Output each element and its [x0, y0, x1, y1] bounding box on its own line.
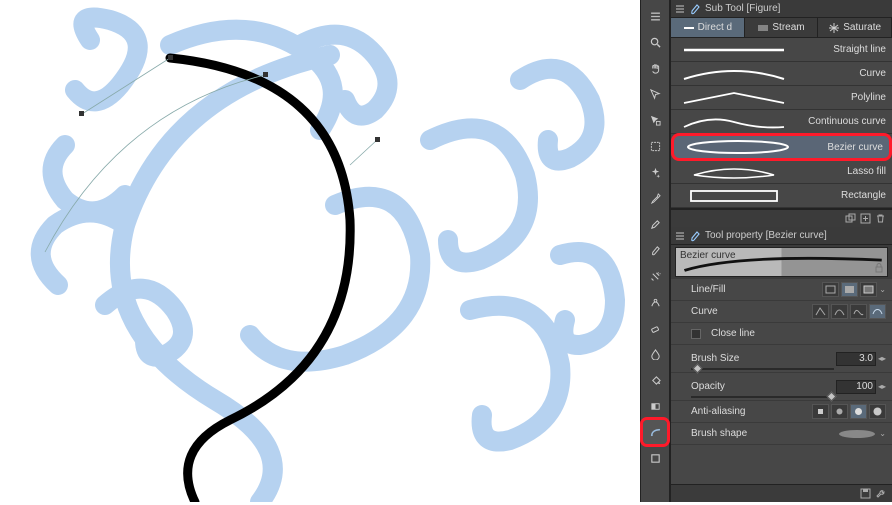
subtool-curve[interactable]: Curve — [671, 62, 892, 86]
brush-size-slider[interactable] — [691, 368, 834, 370]
curve-opt-2[interactable] — [831, 304, 848, 319]
prop-curve: Curve — [671, 301, 892, 323]
wand-tool[interactable] — [643, 160, 667, 184]
aa-opt-weak[interactable] — [831, 404, 848, 419]
menu-icon[interactable] — [675, 231, 685, 241]
curve-opt-1[interactable] — [812, 304, 829, 319]
linefill-opt-2[interactable] — [841, 282, 858, 297]
eyedropper-tool[interactable] — [643, 186, 667, 210]
prop-close-line[interactable]: Close line — [671, 323, 892, 345]
brush-tool[interactable] — [643, 238, 667, 262]
subtool-lasso-fill[interactable]: Lasso fill — [671, 160, 892, 184]
subtool-bezier-curve[interactable]: Bezier curve — [671, 133, 892, 161]
brush-icon — [689, 230, 701, 242]
decoration-tool[interactable] — [643, 290, 667, 314]
figure-tool[interactable] — [643, 420, 667, 444]
burger-icon[interactable] — [643, 4, 667, 28]
stepper-icon[interactable]: ◂▸ — [878, 354, 886, 363]
curve-opt-4[interactable] — [869, 304, 886, 319]
pen-tool[interactable] — [643, 212, 667, 236]
operation-tool[interactable] — [643, 108, 667, 132]
subtool-footer — [671, 209, 892, 227]
checkbox-icon[interactable] — [691, 329, 701, 339]
tool-strip — [640, 0, 670, 502]
brush-preview: Bezier curve — [675, 247, 888, 277]
brush-shape-preview — [837, 428, 877, 440]
trash-icon[interactable] — [875, 213, 886, 224]
frame-tool[interactable] — [643, 446, 667, 470]
lock-icon[interactable] — [874, 263, 884, 273]
blend-tool[interactable] — [643, 342, 667, 366]
wrench-icon[interactable] — [875, 488, 886, 499]
chevron-down-icon[interactable]: ⌄ — [879, 285, 886, 294]
toolprop-panel-header[interactable]: Tool property [Bezier curve] — [671, 227, 892, 245]
toolprop-panel-title: Tool property [Bezier curve] — [705, 230, 827, 241]
marquee-tool[interactable] — [643, 134, 667, 158]
canvas-area[interactable] — [0, 0, 640, 502]
gradient-tool[interactable] — [643, 394, 667, 418]
prop-brush-size: Brush Size 3.0 ◂▸ — [671, 345, 892, 373]
subtool-panel-title: Sub Tool [Figure] — [705, 3, 780, 14]
subtool-rectangle[interactable]: Rectangle — [671, 184, 892, 208]
move-tool[interactable] — [643, 82, 667, 106]
chevron-down-icon[interactable]: ⌄ — [879, 429, 886, 438]
subtool-continuous-curve[interactable]: Continuous curve — [671, 110, 892, 134]
subtool-straight-line[interactable]: Straight line — [671, 38, 892, 62]
tab-stream[interactable]: Stream — [745, 18, 819, 37]
airbrush-tool[interactable] — [643, 264, 667, 288]
aa-opt-none[interactable] — [812, 404, 829, 419]
tab-direct-draw[interactable]: Direct d — [671, 18, 745, 37]
prop-line-fill: Line/Fill ⌄ — [671, 279, 892, 301]
stepper-icon[interactable]: ◂▸ — [878, 382, 886, 391]
save-icon[interactable] — [860, 488, 871, 499]
hand-tool[interactable] — [643, 56, 667, 80]
opacity-input[interactable]: 100 — [836, 380, 876, 394]
aa-opt-strong[interactable] — [869, 404, 886, 419]
curve-opt-3[interactable] — [850, 304, 867, 319]
linefill-opt-3[interactable] — [860, 282, 877, 297]
tab-saturate[interactable]: Saturate — [818, 18, 892, 37]
subtool-list: Straight line Curve Polyline Continuous … — [671, 38, 892, 209]
menu-icon[interactable] — [675, 4, 685, 14]
brush-size-input[interactable]: 3.0 — [836, 352, 876, 366]
subtool-tabs: Direct d Stream Saturate — [671, 18, 892, 38]
panel-stack: Sub Tool [Figure] Direct d Stream Satura… — [670, 0, 892, 502]
prop-opacity: Opacity 100 ◂▸ — [671, 373, 892, 401]
prop-brush-shape[interactable]: Brush shape ⌄ — [671, 423, 892, 445]
duplicate-icon[interactable] — [845, 213, 856, 224]
property-rows: Line/Fill ⌄ Curve Close line Brush Size — [671, 279, 892, 484]
fill-tool[interactable] — [643, 368, 667, 392]
aa-opt-mid[interactable] — [850, 404, 867, 419]
linefill-opt-1[interactable] — [822, 282, 839, 297]
eraser-tool[interactable] — [643, 316, 667, 340]
prop-anti-aliasing: Anti-aliasing — [671, 401, 892, 423]
toolprop-footer — [671, 484, 892, 502]
subtool-panel-header[interactable]: Sub Tool [Figure] — [671, 0, 892, 18]
add-icon[interactable] — [860, 213, 871, 224]
subtool-polyline[interactable]: Polyline — [671, 86, 892, 110]
opacity-slider[interactable] — [691, 396, 834, 398]
magnify-tool[interactable] — [643, 30, 667, 54]
flourish-art — [41, 18, 615, 503]
brush-icon — [689, 3, 701, 15]
